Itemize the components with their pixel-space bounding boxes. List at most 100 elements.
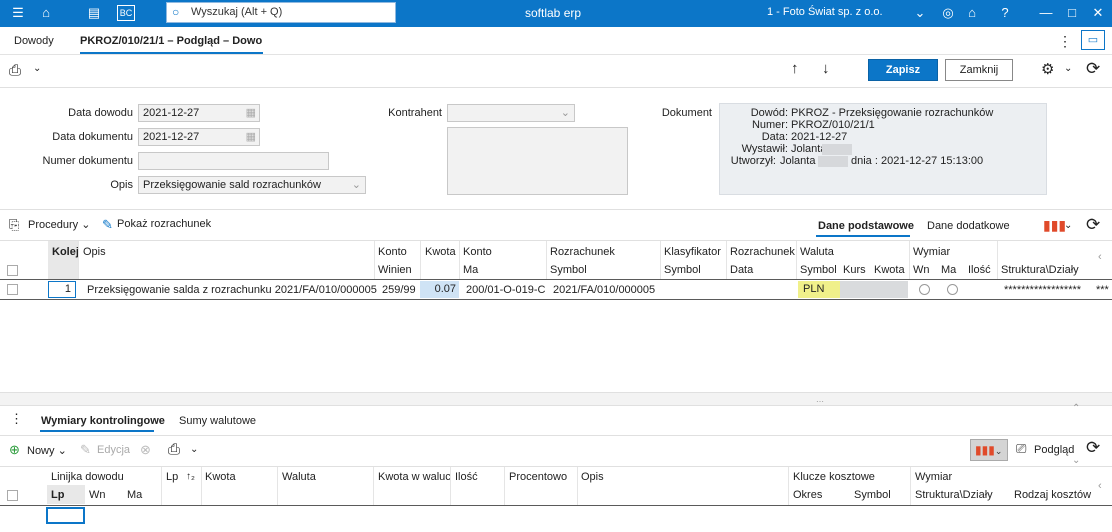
refresh-icon[interactable]: ⟳ [1086, 215, 1100, 235]
col-ma[interactable]: Ma [463, 264, 478, 276]
sort-icon[interactable]: ↑₂ [186, 471, 195, 482]
col-kwota-w-walucie[interactable]: Kwota w walucie [378, 471, 450, 483]
chevron-down-icon[interactable]: ⌄ [910, 4, 930, 22]
col-ilosc[interactable]: Ilość [968, 264, 991, 276]
col-klucze[interactable]: Klucze kosztowe [793, 471, 875, 483]
opis-cell[interactable]: Przeksięgowanie salda z rozrachunku 2021… [87, 284, 377, 296]
search-input[interactable]: ○ Wyszukaj (Alt + Q) [166, 2, 396, 23]
tab-dane-dodatkowe[interactable]: Dane dodatkowe [927, 220, 1010, 232]
col-konto[interactable]: Konto [378, 246, 407, 258]
col-kwota[interactable]: Kwota [425, 246, 456, 258]
chat-icon[interactable]: ▭ [1081, 30, 1105, 50]
col-rozr-symbol[interactable]: Symbol [550, 264, 587, 276]
settings-icon[interactable]: ⚙ [1041, 60, 1054, 78]
col-wal-kwota[interactable]: Kwota [874, 264, 905, 276]
tab-dowody[interactable]: Dowody [14, 35, 54, 47]
col-rozrachunek-data[interactable]: Rozrachunek [730, 246, 795, 258]
col-klasyfikator[interactable]: Klasyfikator [664, 246, 721, 258]
col-linijka[interactable]: Linijka dowodu [51, 471, 124, 483]
chart-button[interactable]: ▮▮▮⌄ [970, 439, 1008, 461]
select-all-checkbox[interactable] [7, 265, 18, 276]
col-opis[interactable]: Opis [83, 246, 106, 258]
kurs-kwota-cell[interactable] [840, 281, 908, 298]
minimize-icon[interactable]: — [1036, 4, 1056, 22]
col-kurs[interactable]: Kurs [843, 264, 866, 276]
col-kwota[interactable]: Kwota [205, 471, 236, 483]
tab-wymiary[interactable]: Wymiary kontrolingowe [41, 415, 165, 427]
company-selector[interactable]: 1 - Foto Świat sp. z o.o. [767, 6, 883, 18]
col-struktura[interactable]: Struktura\Działy [1001, 264, 1079, 276]
home-icon[interactable]: ⌂ [36, 4, 56, 22]
scroll-left-icon[interactable]: ‹ [1098, 480, 1102, 492]
col-klas-symbol[interactable]: Symbol [664, 264, 701, 276]
splitter-handle-icon[interactable]: ⋯ [816, 397, 824, 406]
ma-radio[interactable] [947, 284, 958, 295]
home-small-icon[interactable]: ⌂ [962, 4, 982, 22]
refresh-icon[interactable]: ⟳ [1086, 438, 1100, 458]
maximize-icon[interactable]: □ [1062, 4, 1082, 22]
menu-icon[interactable]: ☰ [8, 4, 28, 22]
print-dropdown-icon[interactable]: ⌄ [190, 444, 198, 455]
more-options-icon[interactable]: ⋮ [1058, 33, 1072, 50]
konto-ma-cell[interactable]: 200/01-O-019-C [466, 284, 546, 296]
scroll-left-icon[interactable]: ‹ [1098, 251, 1102, 263]
waluta-cell[interactable]: PLN [798, 281, 840, 298]
chart-icon[interactable]: ▮▮▮ [1043, 217, 1066, 234]
close-button[interactable]: Zamknij [945, 59, 1013, 81]
extra-cell[interactable]: *** [1096, 284, 1109, 296]
col-konto-ma[interactable]: Konto [463, 246, 492, 258]
opis-select[interactable]: Przeksięgowanie sald rozrachunków ⌄ [138, 176, 366, 194]
col-rodzaj[interactable]: Rodzaj kosztów [1014, 489, 1091, 501]
data-dokumentu-field[interactable]: 2021-12-27 ▦ [138, 128, 260, 146]
podglad-button[interactable]: Podgląd [1034, 444, 1074, 456]
col-procentowo[interactable]: Procentowo [509, 471, 567, 483]
save-button[interactable]: Zapisz [868, 59, 938, 81]
col-lp-linijka[interactable]: Lp [51, 489, 64, 501]
arrow-up-icon[interactable]: ↑ [791, 60, 799, 77]
refresh-icon[interactable]: ⟳ [1086, 59, 1100, 79]
col-wym-ma[interactable]: Ma [941, 264, 956, 276]
kontrahent-select[interactable]: ⌄ [447, 104, 575, 122]
data-dowodu-field[interactable]: 2021-12-27 ▦ [138, 104, 260, 122]
row-checkbox[interactable] [7, 284, 18, 295]
print-dropdown-icon[interactable]: ⌄ [33, 63, 41, 74]
procedury-button[interactable]: Procedury ⌄ [28, 218, 90, 231]
arrow-down-icon[interactable]: ↓ [822, 60, 830, 77]
col-struktura[interactable]: Struktura\Działy [915, 489, 993, 501]
col-opis[interactable]: Opis [581, 471, 604, 483]
wn-radio[interactable] [919, 284, 930, 295]
print-icon[interactable]: ⎙ [168, 441, 180, 458]
col-lp[interactable]: Lp [166, 471, 178, 483]
col-winien[interactable]: Winien [378, 264, 412, 276]
card-icon[interactable]: ▤ [84, 4, 104, 22]
close-icon[interactable]: ✕ [1088, 4, 1108, 22]
print-icon[interactable]: ⎙ [9, 62, 21, 79]
splitter[interactable] [0, 392, 1112, 406]
active-cell[interactable] [46, 507, 85, 524]
col-waluta[interactable]: Waluta [800, 246, 834, 258]
col-ilosc[interactable]: Ilość [455, 471, 478, 483]
col-waluta[interactable]: Waluta [282, 471, 316, 483]
calendar-icon[interactable]: ▦ [246, 105, 256, 121]
col-kolejnosc[interactable]: Kolejn [52, 246, 78, 258]
chart-dropdown-icon[interactable]: ⌄ [1064, 220, 1072, 231]
col-ma[interactable]: Ma [127, 489, 142, 501]
col-wymiar[interactable]: Wymiar [915, 471, 952, 483]
collapse-up-icon[interactable]: ⌃ [1072, 403, 1080, 414]
col-rozrachunek[interactable]: Rozrachunek [550, 246, 615, 258]
nowy-button[interactable]: Nowy ⌄ [27, 444, 67, 457]
rozrachunek-cell[interactable]: 2021/FA/010/000005 [553, 284, 655, 296]
col-okres[interactable]: Okres [793, 489, 822, 501]
bc-icon[interactable]: BC [117, 5, 135, 21]
edycja-button[interactable]: Edycja [97, 444, 130, 456]
konto-winien-cell[interactable]: 259/99 [382, 284, 416, 296]
col-wn[interactable]: Wn [89, 489, 106, 501]
col-wymiar[interactable]: Wymiar [913, 246, 950, 258]
tab-podglad[interactable]: PKROZ/010/21/1 – Podgląd – Dowody [80, 35, 262, 47]
user-icon[interactable]: ◎ [938, 4, 958, 22]
kwota-cell[interactable]: 0.07 [420, 281, 459, 298]
tab-sumy[interactable]: Sumy walutowe [179, 415, 256, 427]
numer-dokumentu-field[interactable] [138, 152, 329, 170]
more-options-icon[interactable]: ⋮ [10, 411, 23, 427]
kolejnosc-cell[interactable]: 1 [48, 281, 76, 298]
